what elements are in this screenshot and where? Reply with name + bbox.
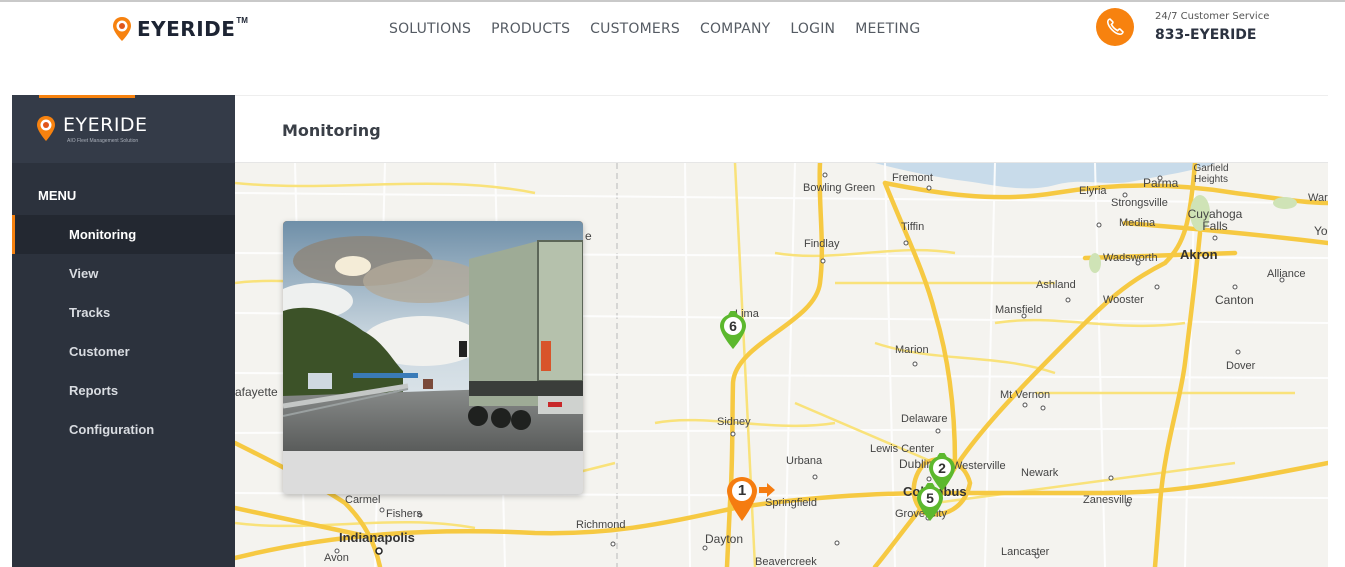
location-pin-icon (112, 16, 132, 42)
location-pin-icon (36, 115, 56, 147)
city-label: Fishers (386, 508, 423, 520)
city-label: Urbana (786, 455, 823, 467)
city-label: Wooster (1103, 294, 1144, 306)
app-panel: EYERIDE AIO Fleet Management Solution ME… (12, 95, 1328, 567)
vehicle-camera-image (283, 221, 583, 451)
map-view[interactable]: Bowling Green Fremont Elyria Parma Garfi… (235, 163, 1328, 567)
nav-login[interactable]: LOGIN (790, 21, 835, 37)
city-label: Zanesville (1083, 494, 1133, 506)
sidebar-tagline: AIO Fleet Management Solution (67, 138, 139, 144)
city-label: Mt Vernon (1000, 389, 1051, 401)
sidebar: EYERIDE AIO Fleet Management Solution ME… (12, 95, 235, 567)
nav-company[interactable]: COMPANY (700, 21, 770, 37)
city-label: Cuyahoga Falls (1187, 207, 1243, 233)
city-label: e (585, 229, 592, 243)
vehicle-popup: Vehicle 1 Springfield1504 166.155.74.75 … (283, 221, 583, 494)
marker-label: 1 (737, 482, 747, 499)
city-label: Newark (1021, 467, 1059, 479)
city-label: Yo (1314, 224, 1328, 238)
sidebar-item-customer[interactable]: Customer (12, 332, 235, 371)
city-label: afayette (235, 385, 278, 399)
phone-number[interactable]: 833-EYERIDE (1155, 27, 1269, 43)
city-label: Marion (895, 344, 929, 356)
main-header: Monitoring (235, 95, 1328, 163)
nav-solutions[interactable]: SOLUTIONS (389, 21, 471, 37)
city-label: Wadsworth (1103, 252, 1158, 264)
city-label: Elyria (1079, 185, 1107, 197)
city-label: Lewis Center (870, 443, 935, 455)
sidebar-menu: Monitoring View Tracks Customer Reports … (12, 215, 235, 449)
city-label: Dover (1226, 360, 1256, 372)
marker-label: 2 (938, 460, 946, 476)
vehicle-marker-5[interactable]: 5 (915, 483, 945, 523)
city-label: Delaware (901, 413, 948, 425)
sidebar-brand: EYERIDE AIO Fleet Management Solution (12, 95, 235, 163)
site-logo[interactable]: EYERIDE TM (112, 16, 248, 42)
city-label: Strongsville (1111, 197, 1168, 209)
city-label: Indianapolis (339, 530, 415, 545)
sidebar-accent (39, 95, 135, 98)
city-label: Carmel (345, 494, 381, 506)
city-label: Beavercreek (755, 556, 817, 567)
city-label: Canton (1215, 293, 1254, 307)
vehicle-marker-6[interactable]: 6 (718, 311, 748, 351)
city-label: Garfield Heights (1193, 163, 1229, 185)
sidebar-item-view[interactable]: View (12, 254, 235, 293)
city-label: Lancaster (1001, 546, 1050, 558)
city-label: Westerville (952, 460, 1006, 472)
sidebar-brand-name: EYERIDE (63, 114, 148, 136)
menu-heading: MENU (38, 188, 77, 203)
vehicle-marker-1[interactable]: 1 (725, 475, 775, 525)
site-header: EYERIDE TM SOLUTIONS PRODUCTS CUSTOMERS … (0, 2, 1345, 58)
phone-caption: 24/7 Customer Service (1155, 11, 1270, 22)
sidebar-item-reports[interactable]: Reports (12, 371, 235, 410)
city-label: Tiffin (901, 221, 925, 233)
page-title: Monitoring (282, 121, 381, 140)
city-label: Akron (1180, 247, 1218, 262)
main-content: Monitoring Bowling Green Fremont Elyria … (235, 95, 1328, 567)
marker-label: 6 (729, 318, 737, 334)
city-label: Sidney (717, 416, 751, 428)
customer-service[interactable]: 24/7 Customer Service 833-EYERIDE (1096, 8, 1269, 46)
main-nav: SOLUTIONS PRODUCTS CUSTOMERS COMPANY LOG… (389, 21, 920, 37)
brand-name: EYERIDE (137, 17, 236, 41)
city-label: Mansfield (995, 304, 1043, 316)
nav-meeting[interactable]: MEETING (855, 21, 920, 37)
trademark: TM (236, 15, 248, 25)
city-label: Avon (324, 552, 349, 564)
nav-products[interactable]: PRODUCTS (491, 21, 570, 37)
marker-label: 5 (926, 490, 934, 506)
nav-customers[interactable]: CUSTOMERS (590, 21, 680, 37)
phone-icon (1096, 8, 1134, 46)
sidebar-logo[interactable]: EYERIDE AIO Fleet Management Solution (36, 115, 148, 147)
sidebar-item-monitoring[interactable]: Monitoring (12, 215, 235, 254)
city-label: Fremont (892, 172, 933, 184)
city-label: Ashland (1036, 279, 1076, 291)
city-label: Findlay (804, 238, 840, 250)
city-label: Medina (1119, 217, 1156, 229)
city-label: Parma (1143, 176, 1179, 190)
city-label: Dayton (705, 532, 744, 546)
city-label: Alliance (1267, 268, 1306, 280)
city-label: Richmond (576, 519, 626, 531)
sidebar-item-configuration[interactable]: Configuration (12, 410, 235, 449)
city-label: Bowling Green (803, 182, 876, 194)
city-label: Warr (1308, 192, 1328, 204)
sidebar-item-tracks[interactable]: Tracks (12, 293, 235, 332)
